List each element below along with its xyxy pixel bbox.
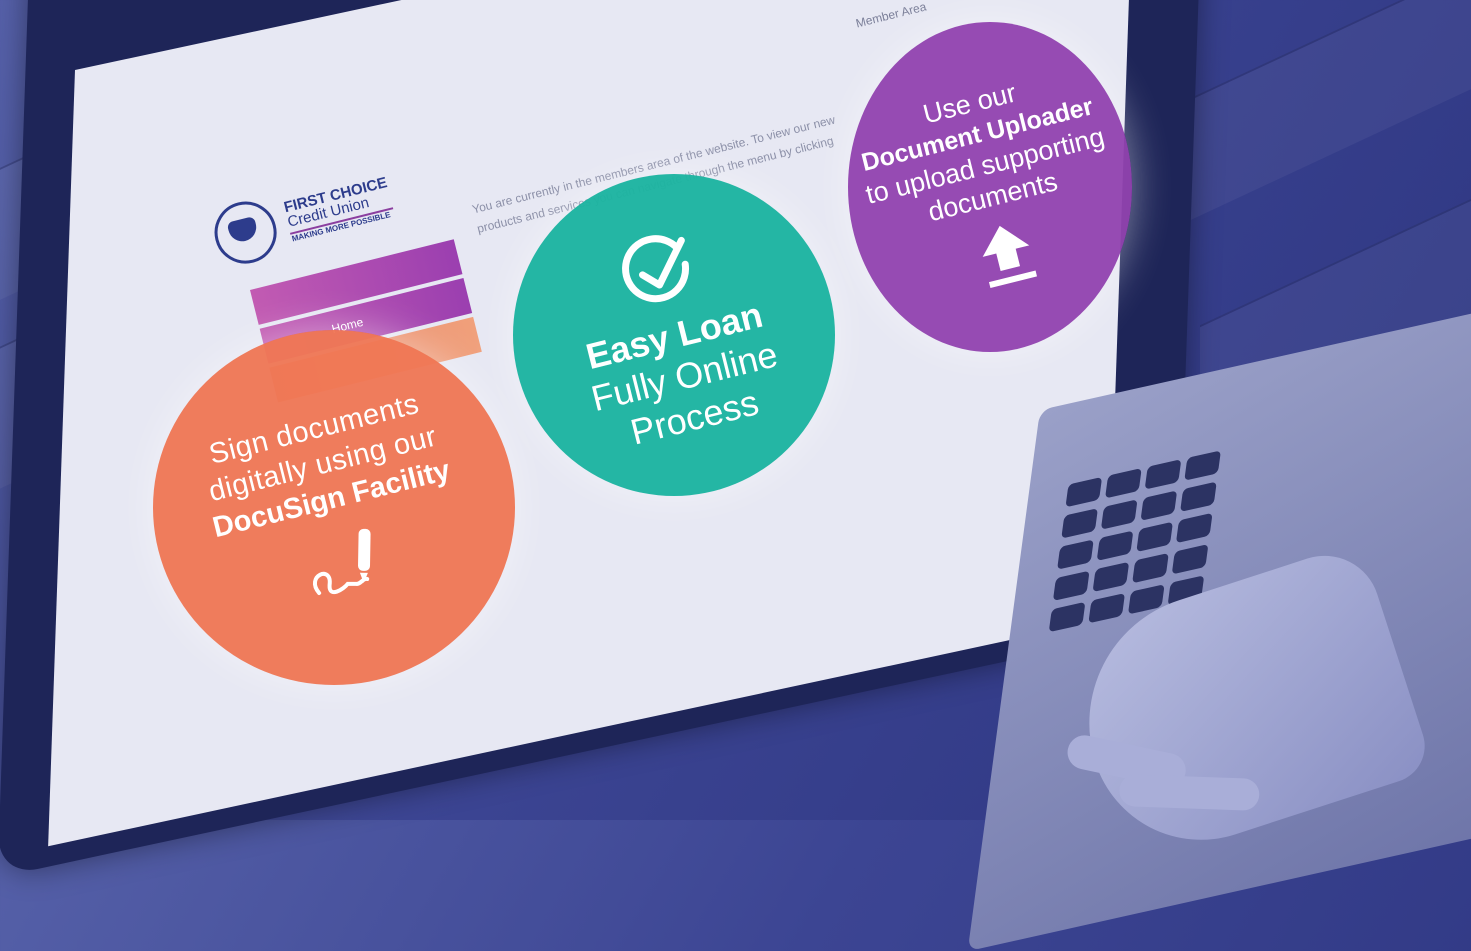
document-uploader-feature-bubble: Use our Document Uploader to upload supp… bbox=[848, 22, 1132, 352]
upload-arrow-icon bbox=[972, 215, 1042, 293]
signature-pen-icon bbox=[295, 515, 402, 614]
easy-loan-feature-bubble: Easy Loan Fully Online Process bbox=[513, 174, 835, 496]
docusign-feature-bubble: Sign documents digitally using our DocuS… bbox=[153, 330, 515, 685]
checkmark-circle-icon bbox=[610, 222, 707, 319]
